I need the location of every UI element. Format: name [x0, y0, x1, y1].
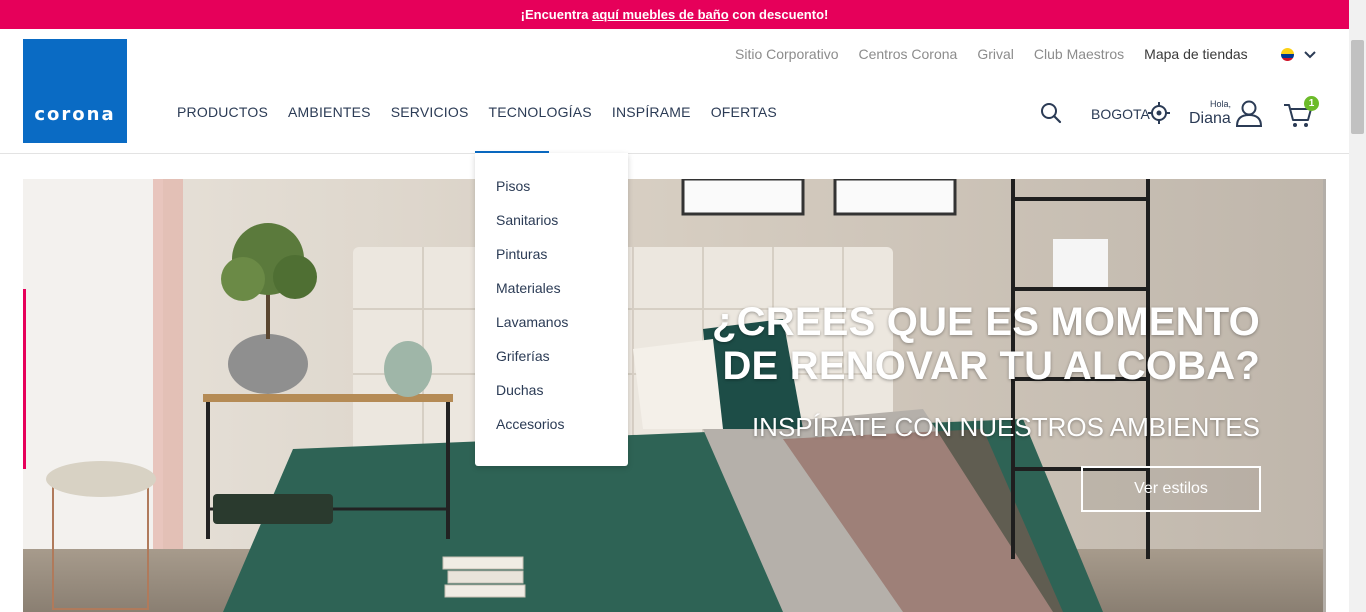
dropdown-item-materiales[interactable]: Materiales: [475, 280, 628, 314]
hero-banner[interactable]: ¿CREES QUE ES MOMENTO DE RENOVAR TU ALCO…: [23, 179, 1326, 612]
location-target-icon[interactable]: [1147, 101, 1171, 125]
cart-count-badge: 1: [1304, 96, 1319, 111]
hero-bedroom-image: [23, 179, 1326, 612]
nav-ambientes[interactable]: AMBIENTES: [288, 104, 371, 120]
dropdown-item-sanitarios[interactable]: Sanitarios: [475, 212, 628, 246]
nav-servicios[interactable]: SERVICIOS: [391, 104, 469, 120]
promo-banner: ¡Encuentra aquí muebles de baño con desc…: [0, 0, 1349, 29]
toplink-grival[interactable]: Grival: [977, 46, 1014, 62]
chevron-down-icon[interactable]: [1302, 46, 1318, 62]
scrollbar-thumb[interactable]: [1351, 40, 1364, 134]
ver-estilos-button[interactable]: Ver estilos: [1081, 466, 1261, 512]
promo-prefix: ¡Encuentra: [520, 7, 593, 22]
top-links: Sitio Corporativo Centros Corona Grival …: [735, 46, 1248, 62]
promo-suffix: con descuento!: [728, 7, 829, 22]
nav-inspirame[interactable]: INSPÍRAME: [612, 104, 691, 120]
hero-title: ¿CREES QUE ES MOMENTO DE RENOVAR TU ALCO…: [640, 300, 1260, 388]
toplink-mapa-de-tiendas[interactable]: Mapa de tiendas: [1144, 46, 1248, 62]
corona-logo[interactable]: corona: [23, 39, 127, 143]
dropdown-item-accesorios[interactable]: Accesorios: [475, 416, 628, 450]
toplink-centros-corona[interactable]: Centros Corona: [859, 46, 958, 62]
site-header: corona Sitio Corporativo Centros Corona …: [0, 29, 1349, 154]
user-name[interactable]: Diana: [1189, 110, 1231, 128]
dropdown-item-duchas[interactable]: Duchas: [475, 382, 628, 416]
hero-title-line1: ¿CREES QUE ES MOMENTO: [712, 300, 1260, 344]
dropdown-item-pinturas[interactable]: Pinturas: [475, 246, 628, 280]
dropdown-item-griferias[interactable]: Griferías: [475, 348, 628, 382]
user-greeting: Hola,: [1210, 99, 1232, 109]
tecnologias-dropdown: Pisos Sanitarios Pinturas Materiales Lav…: [475, 153, 628, 466]
dropdown-item-pisos[interactable]: Pisos: [475, 178, 628, 212]
hero-title-line2: DE RENOVAR TU ALCOBA?: [722, 344, 1260, 388]
toplink-sitio-corporativo[interactable]: Sitio Corporativo: [735, 46, 839, 62]
toplink-club-maestros[interactable]: Club Maestros: [1034, 46, 1124, 62]
hero-subtitle: INSPÍRATE CON NUESTROS AMBIENTES: [751, 412, 1260, 442]
dropdown-item-lavamanos[interactable]: Lavamanos: [475, 314, 628, 348]
user-icon[interactable]: [1234, 99, 1264, 127]
logo-text: corona: [34, 104, 116, 125]
colombia-flag-icon[interactable]: [1281, 48, 1294, 61]
nav-productos[interactable]: PRODUCTOS: [177, 104, 268, 120]
promo-link[interactable]: aquí muebles de baño: [592, 7, 729, 22]
search-icon[interactable]: [1039, 101, 1063, 125]
nav-tecnologias[interactable]: TECNOLOGÍAS: [489, 104, 592, 120]
location-city[interactable]: BOGOTA: [1091, 106, 1150, 122]
nav-ofertas[interactable]: OFERTAS: [711, 104, 777, 120]
main-nav: PRODUCTOS AMBIENTES SERVICIOS TECNOLOGÍA…: [177, 104, 777, 120]
